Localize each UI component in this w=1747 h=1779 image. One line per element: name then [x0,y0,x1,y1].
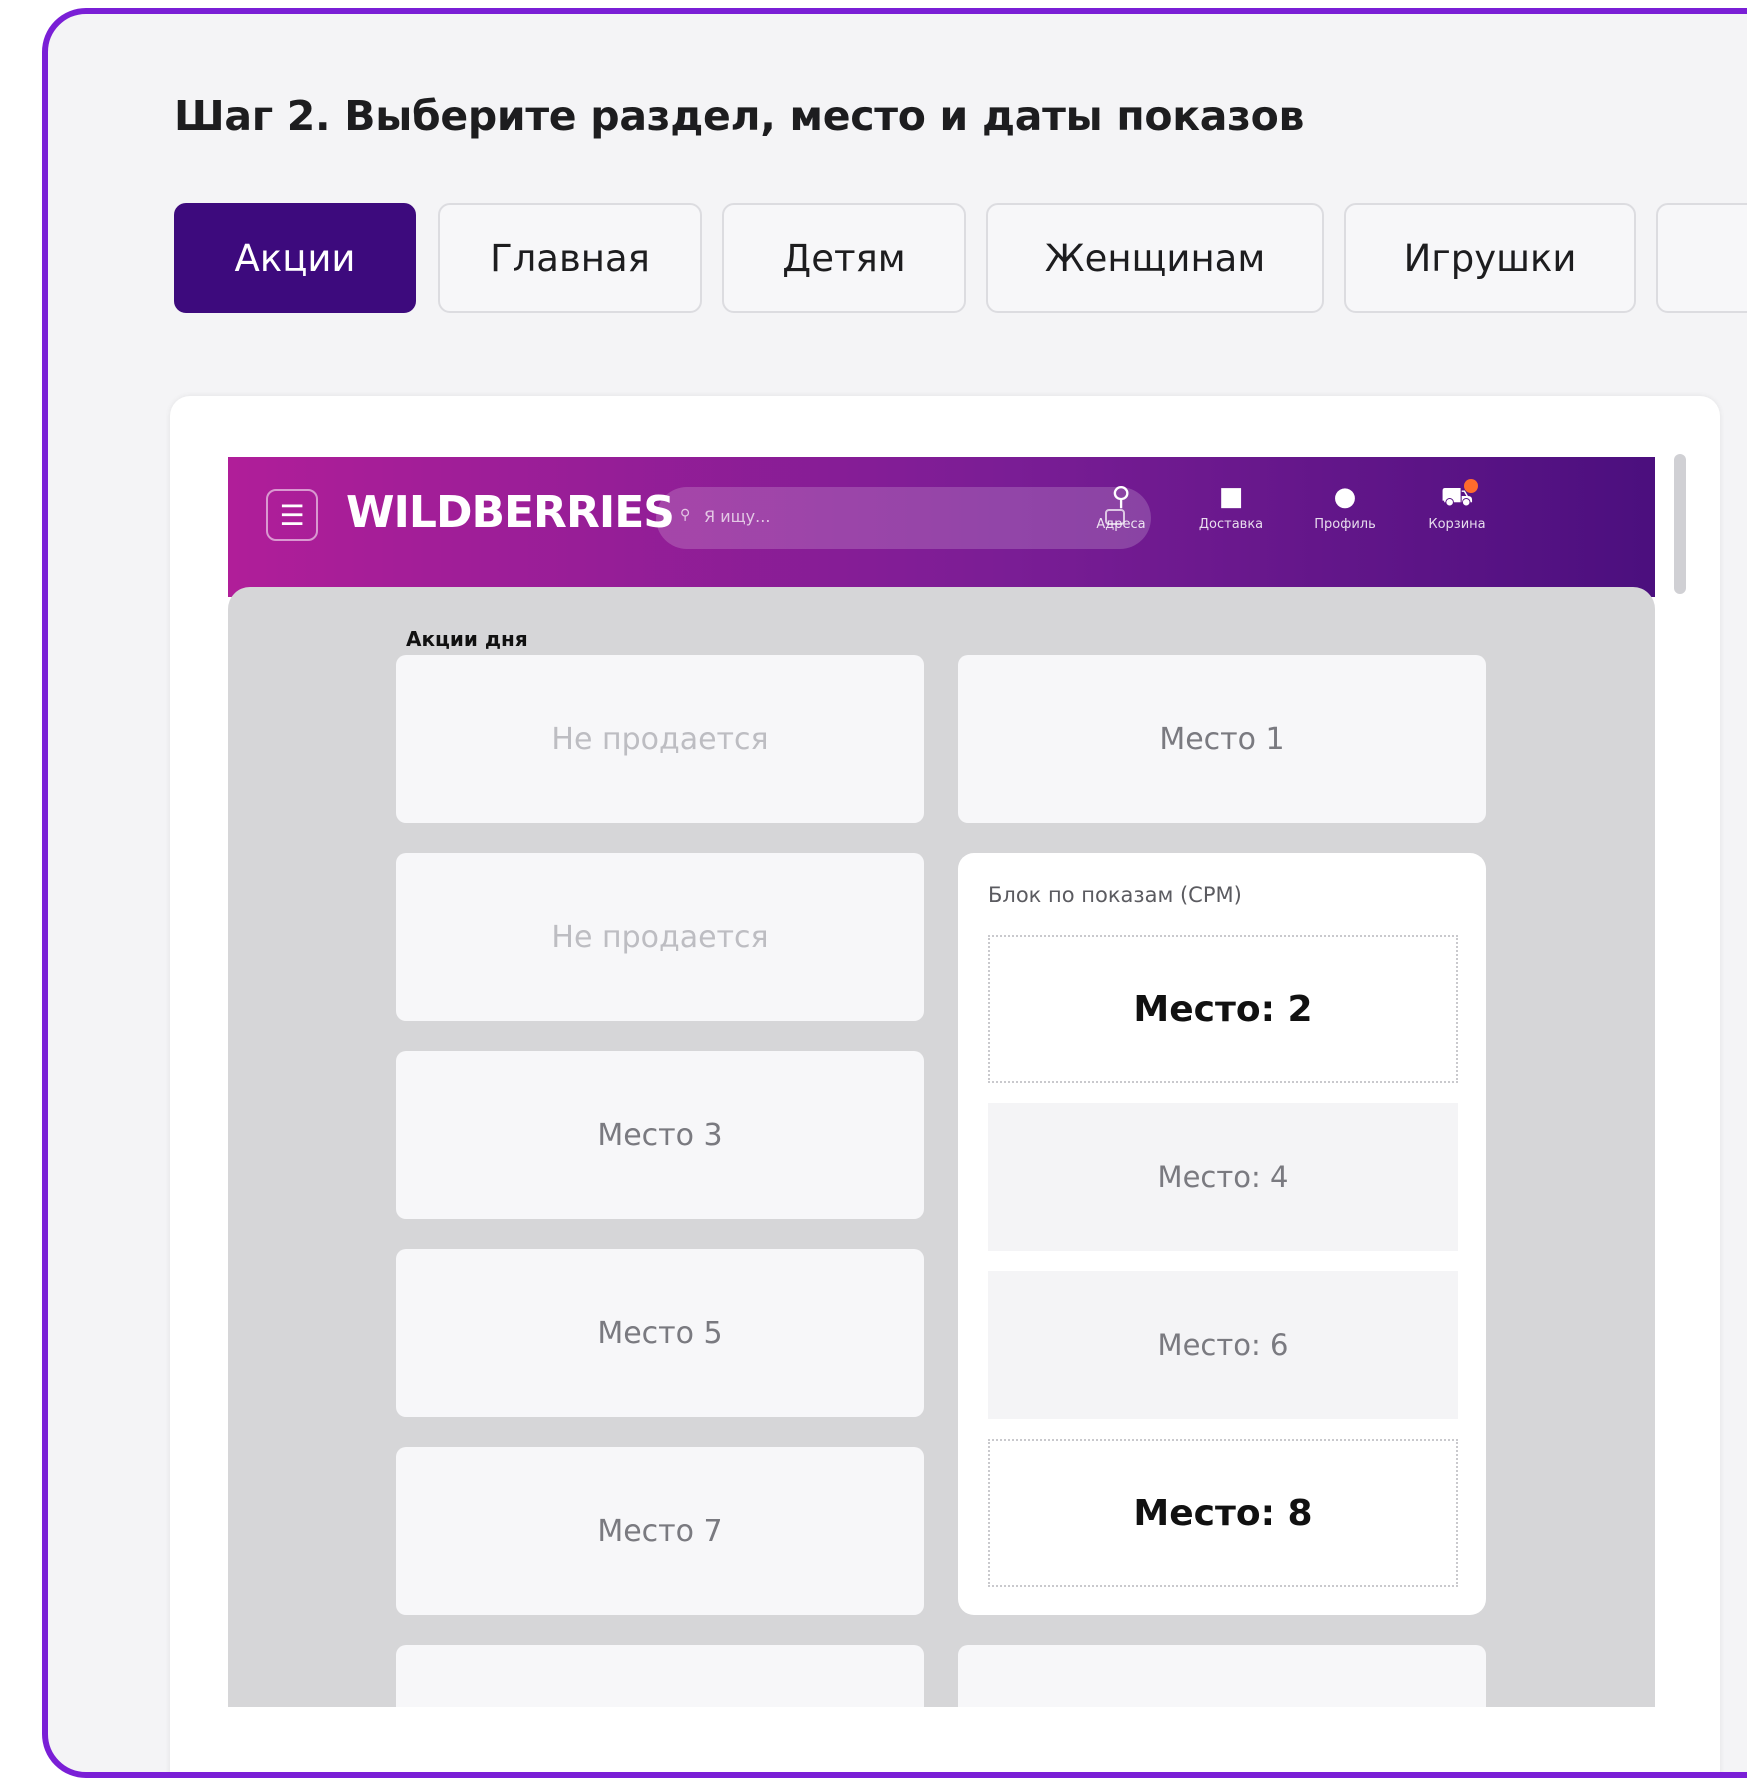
site-header: ☰ WILDBERRIES ⚲ Я ищу... ⚲ Адреса ■ Дост… [228,457,1655,597]
cpm-block: Блок по показам (CPM) Место: 2 Место: 4 … [958,853,1486,1615]
slot-card[interactable] [958,1645,1486,1707]
cart-icon: ⛟ [1440,482,1474,512]
screenshot-frame: Шаг 2. Выберите раздел, место и даты пок… [42,8,1747,1778]
slot-card: Не продается [396,853,924,1021]
search-placeholder: Я ищу... [704,507,771,526]
preview-scrollbar[interactable] [1674,454,1686,594]
nav-cart[interactable]: ⛟ Корзина [1412,479,1502,532]
nav-delivery-label: Доставка [1198,517,1264,532]
tab-home[interactable]: Главная [438,203,702,313]
box-icon: ■ [1218,482,1244,512]
location-pin-icon: ⚲ [1111,482,1131,512]
cart-badge [1464,479,1478,493]
section-title: Акции дня [406,627,528,651]
cpm-block-label: Блок по показам (CPM) [988,883,1242,907]
tab-women[interactable]: Женщинам [986,203,1324,313]
search-icon: ⚲ [680,507,691,523]
tab-toys[interactable]: Игрушки [1344,203,1636,313]
step-title: Шаг 2. Выберите раздел, место и даты пок… [174,92,1305,140]
tab-kids[interactable]: Детям [722,203,966,313]
slot-card[interactable] [396,1645,924,1707]
slot-card: Не продается [396,655,924,823]
tab-promotions[interactable]: Акции [174,203,416,313]
site-body: Акции дня Не продается Не продается Мест… [228,587,1655,1707]
site-logo: WILDBERRIES [346,487,675,538]
nav-addresses[interactable]: ⚲ Адреса [1076,481,1166,532]
cpm-slot[interactable]: Место: 6 [988,1271,1458,1419]
slot-card[interactable]: Место 1 [958,655,1486,823]
cpm-slot[interactable]: Место: 4 [988,1103,1458,1251]
nav-addresses-label: Адреса [1096,517,1146,532]
site-preview: ☰ WILDBERRIES ⚲ Я ищу... ⚲ Адреса ■ Дост… [228,457,1655,1707]
slot-card[interactable]: Место 7 [396,1447,924,1615]
nav-delivery[interactable]: ■ Доставка [1186,481,1276,532]
nav-profile[interactable]: ● Профиль [1300,481,1390,532]
nav-cart-label: Корзина [1428,517,1486,532]
cpm-slot[interactable]: Место: 8 [988,1439,1458,1587]
cpm-slot[interactable]: Место: 2 [988,935,1458,1083]
slot-card[interactable]: Место 3 [396,1051,924,1219]
hamburger-menu-icon[interactable]: ☰ [266,489,318,541]
nav-profile-label: Профиль [1314,517,1376,532]
tab-more[interactable] [1656,203,1747,313]
slot-card[interactable]: Место 5 [396,1249,924,1417]
user-icon: ● [1333,482,1357,512]
